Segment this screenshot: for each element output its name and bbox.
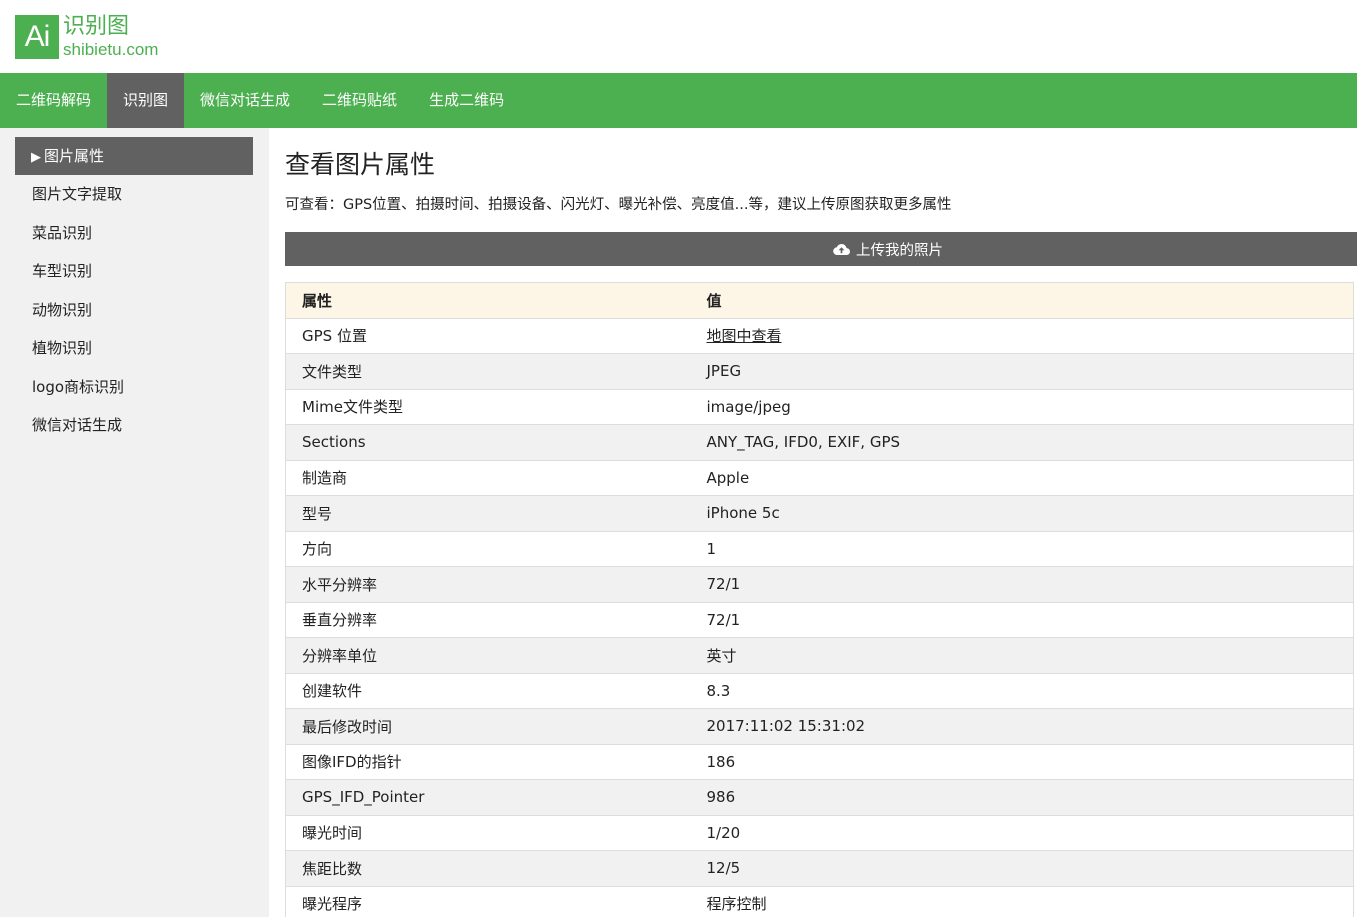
sidebar-item[interactable]: 车型识别 (0, 252, 269, 291)
column-header-value: 值 (690, 282, 1354, 319)
upload-button-label: 上传我的照片 (856, 242, 943, 259)
property-key: 方向 (285, 531, 691, 567)
property-value: JPEG (690, 353, 1354, 390)
table-row: 图像IFD的指针 186 (285, 744, 1354, 780)
site-logo[interactable]: Ai 识别图 shibietu.com (15, 15, 158, 59)
logo-domain: shibietu.com (63, 40, 159, 59)
table-row: 最后修改时间 2017:11:02 15:31:02 (285, 708, 1354, 745)
main-content: 查看图片属性 可查看：GPS位置、拍摄时间、拍摄设备、闪光灯、曝光补偿、亮度值.… (285, 128, 1357, 917)
sidebar: ▶ 图片属性 图片文字提取 菜品识别 车型识别 动物识别 植物识别 logo商标识别 微信对话… (0, 128, 269, 917)
property-key: 型号 (285, 495, 691, 532)
property-key: GPS 位置 (285, 318, 691, 354)
upload-photo-button[interactable]: 上传我的照片 (285, 232, 1357, 266)
sidebar-list: 图片文字提取 菜品识别 车型识别 动物识别 植物识别 logo商标识别 微信对话生成 (0, 175, 269, 445)
table-row: 曝光时间 1/20 (285, 815, 1354, 851)
nav-tab[interactable]: 识别图 (107, 73, 185, 128)
property-value: 986 (690, 779, 1354, 816)
property-value: 12/5 (690, 850, 1354, 887)
table-row: Mime文件类型 image/jpeg (285, 389, 1354, 425)
triangle-right-icon: ▶ (31, 150, 41, 165)
view-on-map-link[interactable]: 地图中查看 (707, 327, 782, 345)
table-row: 文件类型 JPEG (285, 353, 1354, 390)
table-row: 分辨率单位 英寸 (285, 637, 1354, 674)
table-row: 水平分辨率 72/1 (285, 566, 1354, 603)
property-key: 文件类型 (285, 353, 691, 390)
logo-text: 识别图 shibietu.com (63, 14, 159, 59)
property-value: 186 (690, 744, 1354, 780)
site-header: Ai 识别图 shibietu.com (0, 0, 1357, 73)
property-key: 分辨率单位 (285, 637, 691, 674)
property-key: 垂直分辨率 (285, 602, 691, 638)
property-key: 图像IFD的指针 (285, 744, 691, 780)
table-row: 方向 1 (285, 531, 1354, 567)
table-header-row: 属性 值 (285, 282, 1354, 319)
property-value: 地图中查看 (690, 318, 1354, 354)
property-key: 水平分辨率 (285, 566, 691, 603)
property-key: Sections (285, 424, 691, 461)
property-value: 英寸 (690, 637, 1354, 674)
sidebar-item[interactable]: 植物识别 (0, 329, 269, 368)
property-value: 程序控制 (690, 886, 1354, 917)
property-key: GPS_IFD_Pointer (285, 779, 691, 816)
property-key: 曝光程序 (285, 886, 691, 917)
sidebar-item-image-properties[interactable]: ▶ 图片属性 (15, 137, 253, 175)
property-value: 8.3 (690, 673, 1354, 709)
logo-name: 识别图 (63, 14, 130, 39)
nav-tab[interactable]: 生成二维码 (413, 73, 520, 128)
sidebar-item[interactable]: logo商标识别 (0, 368, 269, 407)
table-row: 型号 iPhone 5c (285, 495, 1354, 532)
property-value: 72/1 (690, 566, 1354, 603)
table-row: Sections ANY_TAG, IFD0, EXIF, GPS (285, 424, 1354, 461)
property-value: 72/1 (690, 602, 1354, 638)
sidebar-item[interactable]: 动物识别 (0, 291, 269, 330)
properties-table-body: GPS 位置 地图中查看 文件类型 JPEG Mime文件类型 image/jpeg Sec… (285, 318, 1354, 917)
property-value: 2017:11:02 15:31:02 (690, 708, 1354, 745)
property-key: Mime文件类型 (285, 389, 691, 425)
property-value: 1/20 (690, 815, 1354, 851)
property-value: Apple (690, 460, 1354, 496)
property-key: 最后修改时间 (285, 708, 691, 745)
top-nav: 二维码解码 识别图 微信对话生成 二维码贴纸 生成二维码 (0, 73, 1357, 128)
property-key: 制造商 (285, 460, 691, 496)
properties-table: 属性 值 GPS 位置 地图中查看 文件类型 JPEG Mime文件类型 image/jp… (285, 282, 1354, 917)
property-key: 曝光时间 (285, 815, 691, 851)
table-row: 曝光程序 程序控制 (285, 886, 1354, 917)
table-row: 垂直分辨率 72/1 (285, 602, 1354, 638)
property-value: image/jpeg (690, 389, 1354, 425)
cloud-upload-icon (833, 244, 850, 255)
property-value: ANY_TAG, IFD0, EXIF, GPS (690, 424, 1354, 461)
property-value: iPhone 5c (690, 495, 1354, 532)
sidebar-item[interactable]: 菜品识别 (0, 214, 269, 253)
nav-tab[interactable]: 二维码贴纸 (306, 73, 413, 128)
nav-tab[interactable]: 微信对话生成 (184, 73, 306, 128)
page-title: 查看图片属性 (285, 150, 436, 179)
property-key: 焦距比数 (285, 850, 691, 887)
property-value: 1 (690, 531, 1354, 567)
property-key: 创建软件 (285, 673, 691, 709)
table-row: GPS_IFD_Pointer 986 (285, 779, 1354, 816)
sidebar-item-label: 图片属性 (44, 147, 105, 165)
table-row: 制造商 Apple (285, 460, 1354, 496)
nav-tab[interactable]: 二维码解码 (0, 73, 107, 128)
logo-mark: Ai (15, 15, 59, 59)
sidebar-item[interactable]: 微信对话生成 (0, 406, 269, 445)
table-row: 焦距比数 12/5 (285, 850, 1354, 887)
sidebar-item[interactable]: 图片文字提取 (0, 175, 269, 214)
table-row: GPS 位置 地图中查看 (285, 318, 1354, 354)
page-description: 可查看：GPS位置、拍摄时间、拍摄设备、闪光灯、曝光补偿、亮度值...等，建议上… (285, 197, 952, 213)
column-header-property: 属性 (285, 282, 691, 319)
table-row: 创建软件 8.3 (285, 673, 1354, 709)
